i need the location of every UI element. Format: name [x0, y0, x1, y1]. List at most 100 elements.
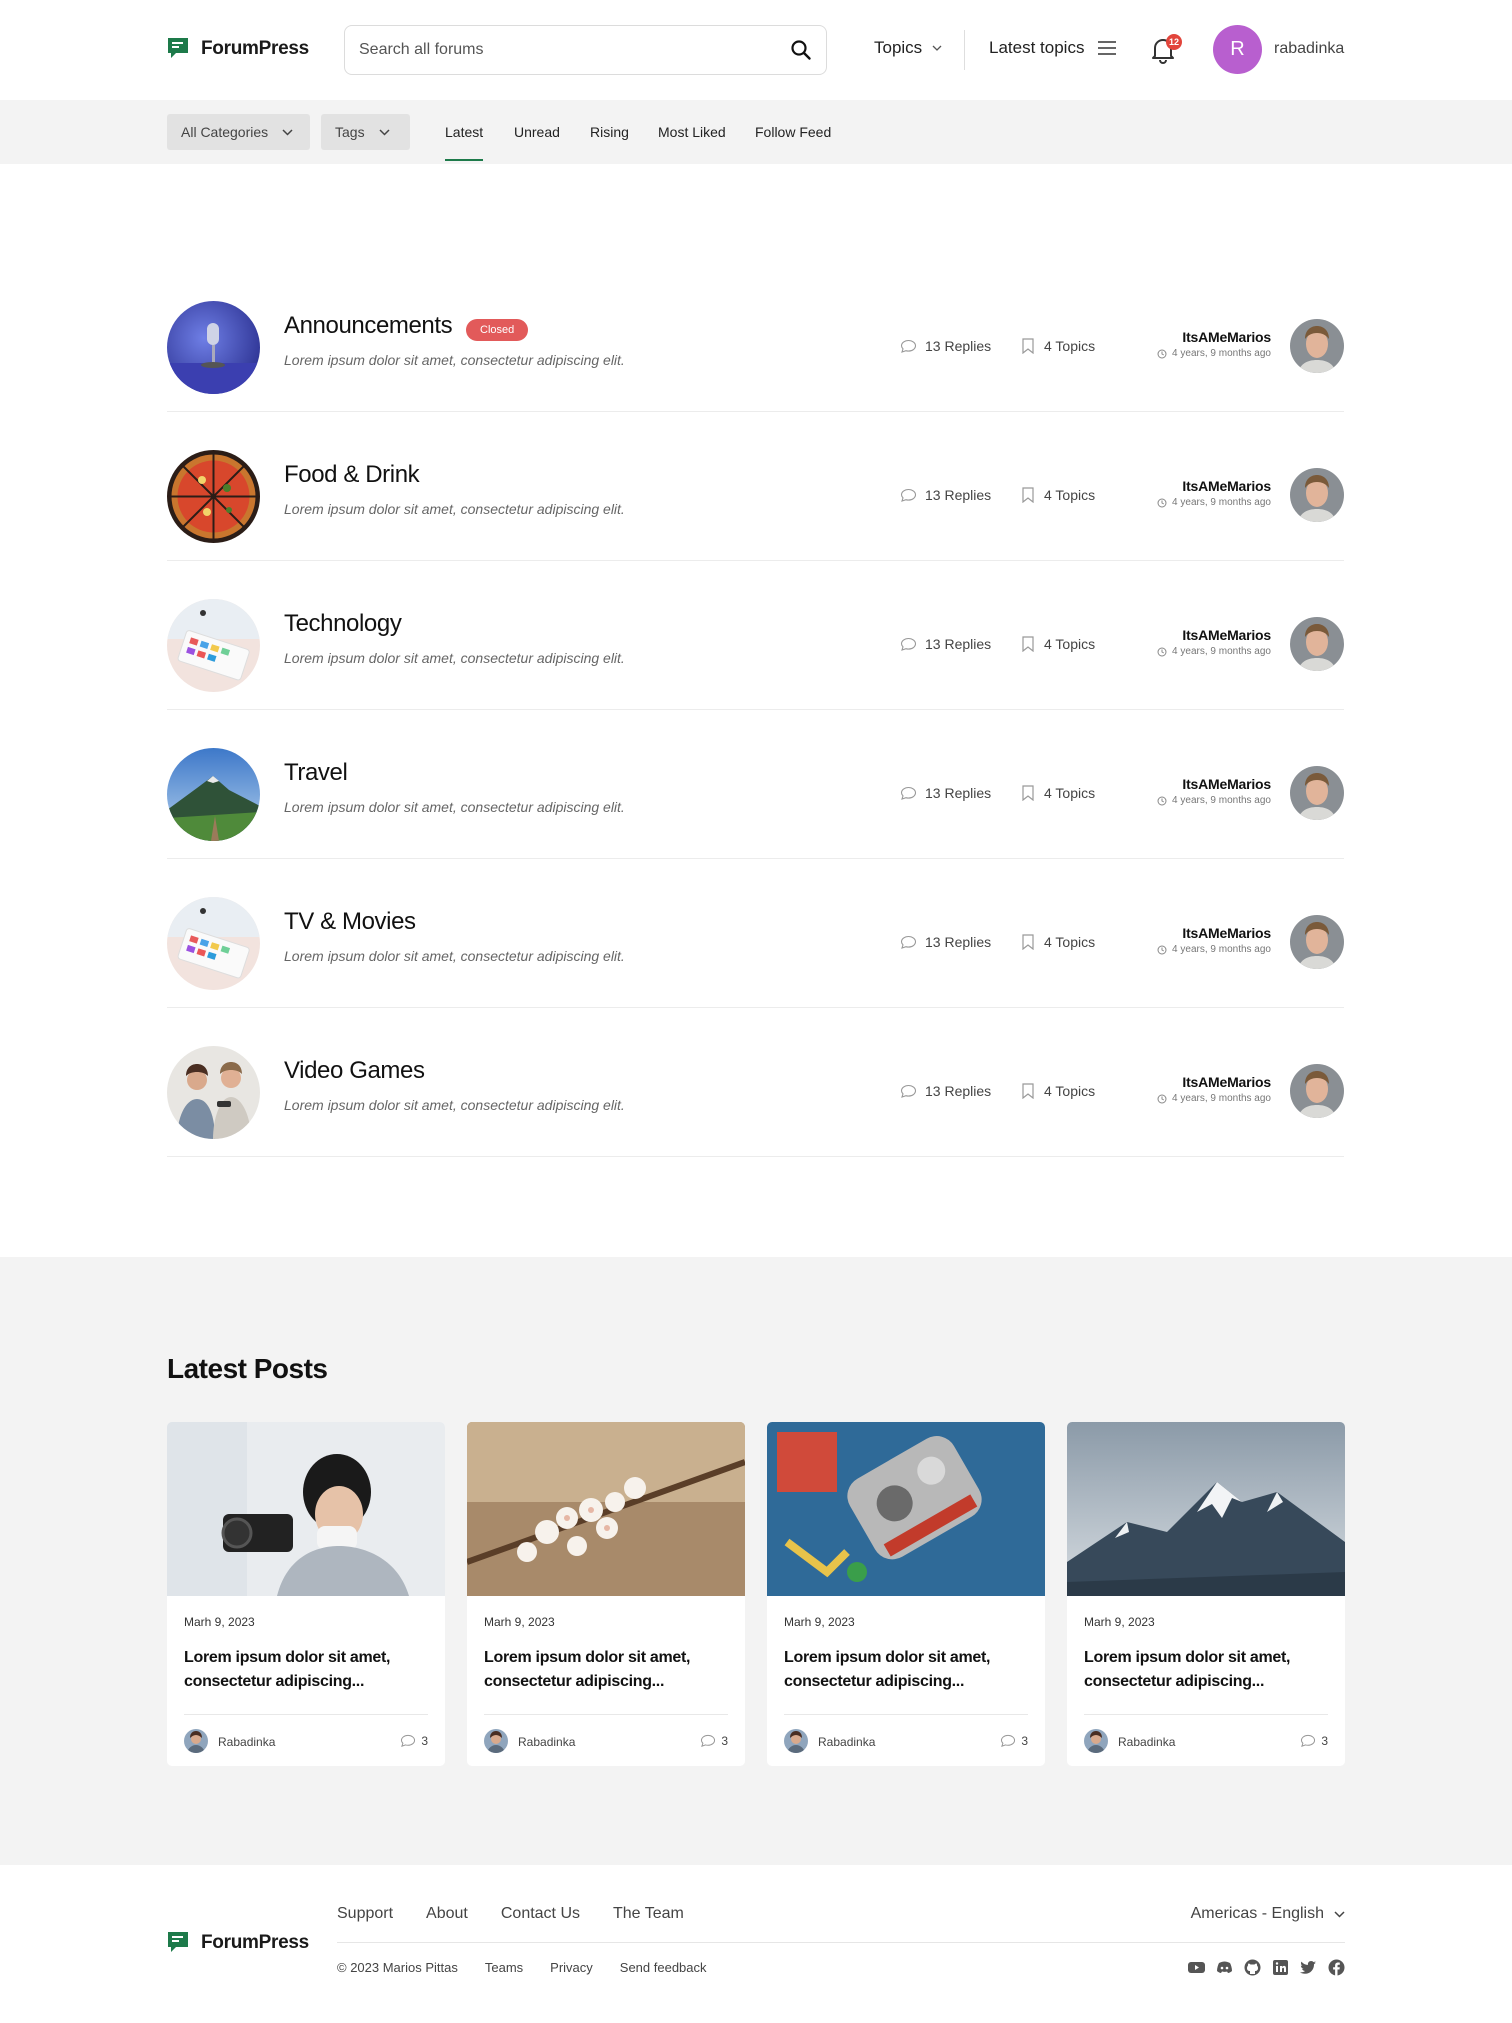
footer-divider: [337, 1942, 1345, 1943]
last-poster-avatar[interactable]: [1290, 1064, 1344, 1118]
clock-icon: [1157, 647, 1167, 656]
forum-title[interactable]: Travel: [284, 759, 348, 787]
forum-row[interactable]: Technology Lorem ipsum dolor sit amet, c…: [167, 561, 1344, 710]
user-avatar[interactable]: R: [1213, 25, 1262, 74]
last-post-time: 4 years, 9 months ago: [1157, 497, 1271, 508]
last-poster-name[interactable]: ItsAMeMarios: [1182, 329, 1271, 345]
topics-count: 4 Topics: [1022, 785, 1095, 801]
footer-link-teams[interactable]: Teams: [485, 1960, 523, 1975]
clock-icon: [1157, 498, 1167, 507]
footer-link-feedback[interactable]: Send feedback: [620, 1960, 707, 1975]
footer-link-privacy[interactable]: Privacy: [550, 1960, 593, 1975]
discord-icon[interactable]: [1216, 1959, 1233, 1976]
last-poster-name[interactable]: ItsAMeMarios: [1182, 627, 1271, 643]
forum-description: Lorem ipsum dolor sit amet, consectetur …: [284, 948, 625, 964]
post-card[interactable]: Marh 9, 2023 Lorem ipsum dolor sit amet,…: [767, 1422, 1045, 1766]
post-card[interactable]: Marh 9, 2023 Lorem ipsum dolor sit amet,…: [467, 1422, 745, 1766]
post-author[interactable]: Rabadinka: [518, 1735, 575, 1749]
footer-link-support[interactable]: Support: [337, 1905, 393, 1923]
tab-most-liked[interactable]: Most Liked: [658, 124, 726, 140]
footer-link-team[interactable]: The Team: [613, 1905, 684, 1923]
tags-dropdown[interactable]: Tags: [321, 114, 410, 150]
last-post-time: 4 years, 9 months ago: [1157, 1093, 1271, 1104]
tab-unread[interactable]: Unread: [514, 124, 560, 140]
forum-row[interactable]: Travel Lorem ipsum dolor sit amet, conse…: [167, 710, 1344, 859]
forum-logo-icon: [168, 1932, 188, 1952]
forum-title[interactable]: Food & Drink: [284, 461, 420, 489]
tab-follow-feed[interactable]: Follow Feed: [755, 124, 831, 140]
last-poster-name[interactable]: ItsAMeMarios: [1182, 776, 1271, 792]
last-poster-name[interactable]: ItsAMeMarios: [1182, 925, 1271, 941]
forum-row[interactable]: Food & Drink Lorem ipsum dolor sit amet,…: [167, 412, 1344, 561]
forum-row[interactable]: Video Games Lorem ipsum dolor sit amet, …: [167, 1008, 1344, 1157]
linkedin-icon[interactable]: [1272, 1959, 1289, 1976]
last-poster-avatar[interactable]: [1290, 766, 1344, 820]
clock-icon: [1157, 945, 1167, 954]
post-image: [767, 1422, 1045, 1596]
tab-rising[interactable]: Rising: [590, 124, 629, 140]
post-author[interactable]: Rabadinka: [1118, 1735, 1175, 1749]
all-categories-dropdown[interactable]: All Categories: [167, 114, 310, 150]
last-poster-avatar[interactable]: [1290, 915, 1344, 969]
user-name[interactable]: rabadinka: [1274, 40, 1344, 58]
search-icon[interactable]: [790, 39, 812, 61]
tags-label: Tags: [335, 124, 365, 140]
brand-name: ForumPress: [201, 1932, 309, 1953]
forum-title[interactable]: TV & Movies: [284, 908, 416, 936]
forum-title[interactable]: Announcements: [284, 312, 453, 340]
tab-latest[interactable]: Latest: [445, 124, 484, 161]
post-date: Marh 9, 2023: [484, 1615, 555, 1629]
forum-row[interactable]: TV & Movies Lorem ipsum dolor sit amet, …: [167, 859, 1344, 1008]
comment-icon: [900, 488, 917, 502]
latest-posts-section: Latest Posts Marh 9, 2023 Lorem ipsum do…: [0, 1257, 1512, 1865]
last-poster-avatar[interactable]: [1290, 617, 1344, 671]
replies-label: 13 Replies: [925, 487, 992, 503]
notifications-button[interactable]: 12: [1150, 34, 1182, 64]
post-title[interactable]: Lorem ipsum dolor sit amet, consectetur …: [1084, 1646, 1334, 1694]
time-label: 4 years, 9 months ago: [1172, 348, 1271, 359]
post-card[interactable]: Marh 9, 2023 Lorem ipsum dolor sit amet,…: [167, 1422, 445, 1766]
brand-logo[interactable]: ForumPress: [167, 37, 309, 61]
facebook-icon[interactable]: [1328, 1959, 1345, 1976]
github-icon[interactable]: [1244, 1959, 1261, 1976]
post-title[interactable]: Lorem ipsum dolor sit amet, consectetur …: [784, 1646, 1034, 1694]
footer-link-contact[interactable]: Contact Us: [501, 1905, 580, 1923]
time-label: 4 years, 9 months ago: [1172, 1093, 1271, 1104]
topics-dropdown[interactable]: Topics: [874, 38, 942, 58]
post-image: [467, 1422, 745, 1596]
post-author[interactable]: Rabadinka: [818, 1735, 875, 1749]
post-date: Marh 9, 2023: [784, 1615, 855, 1629]
forum-thumbnail: [167, 450, 260, 543]
time-label: 4 years, 9 months ago: [1172, 646, 1271, 657]
author-avatar[interactable]: [484, 1729, 508, 1753]
language-selector[interactable]: Americas - English: [1191, 1905, 1345, 1923]
forum-title[interactable]: Technology: [284, 610, 402, 638]
last-poster-avatar[interactable]: [1290, 319, 1344, 373]
bookmark-icon: [1022, 487, 1034, 503]
post-card[interactable]: Marh 9, 2023 Lorem ipsum dolor sit amet,…: [1067, 1422, 1345, 1766]
card-divider: [184, 1714, 428, 1715]
author-avatar[interactable]: [784, 1729, 808, 1753]
search-input[interactable]: [359, 26, 759, 74]
post-title[interactable]: Lorem ipsum dolor sit amet, consectetur …: [184, 1646, 434, 1694]
last-poster-name[interactable]: ItsAMeMarios: [1182, 1074, 1271, 1090]
replies-label: 13 Replies: [925, 338, 992, 354]
forum-row[interactable]: Announcements Closed Lorem ipsum dolor s…: [167, 263, 1344, 412]
post-author[interactable]: Rabadinka: [218, 1735, 275, 1749]
last-poster-avatar[interactable]: [1290, 468, 1344, 522]
comment-count: 3: [1300, 1734, 1328, 1748]
forum-title[interactable]: Video Games: [284, 1057, 425, 1085]
twitter-icon[interactable]: [1300, 1959, 1317, 1976]
topics-count: 4 Topics: [1022, 1083, 1095, 1099]
footer-logo[interactable]: ForumPress: [167, 1931, 309, 1955]
post-title[interactable]: Lorem ipsum dolor sit amet, consectetur …: [484, 1646, 734, 1694]
latest-topics-menu[interactable]: Latest topics: [989, 38, 1117, 58]
author-avatar[interactable]: [1084, 1729, 1108, 1753]
footer-link-about[interactable]: About: [426, 1905, 468, 1923]
last-poster-name[interactable]: ItsAMeMarios: [1182, 478, 1271, 494]
replies-count: 13 Replies: [900, 338, 991, 354]
comment-count-label: 3: [1021, 1734, 1028, 1748]
comment-icon: [900, 637, 917, 651]
youtube-icon[interactable]: [1188, 1959, 1205, 1976]
author-avatar[interactable]: [184, 1729, 208, 1753]
